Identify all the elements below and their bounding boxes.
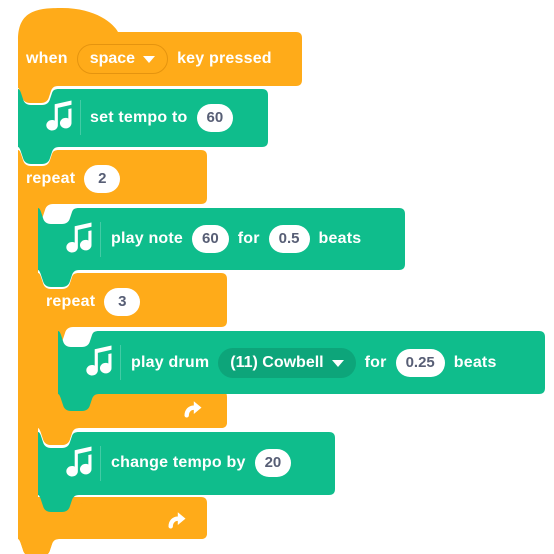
play-note-note-input[interactable]: 60: [192, 225, 229, 253]
change-tempo-label: change tempo by: [111, 454, 246, 471]
play-drum-beats-input[interactable]: 0.25: [395, 349, 445, 377]
icon-divider-set-tempo: [80, 100, 81, 135]
set-tempo-label: set tempo to: [90, 109, 188, 126]
outer-repeat-input[interactable]: 2: [84, 165, 121, 193]
set-tempo-block[interactable]: set tempo to 60: [90, 104, 234, 132]
inner-repeat-input[interactable]: 3: [104, 288, 141, 316]
play-note-block[interactable]: play note 60 for 0.5 beats: [111, 225, 361, 253]
set-tempo-input[interactable]: 60: [196, 104, 234, 132]
outer-repeat-spine: [18, 200, 38, 505]
key-dropdown-value: space: [89, 50, 136, 67]
play-drum-for-label: for: [364, 354, 387, 371]
outer-repeat-block[interactable]: repeat 2: [26, 165, 121, 193]
play-note-for-label: for: [237, 230, 260, 247]
play-note-beats-label: beats: [318, 230, 362, 247]
key-dropdown[interactable]: space: [76, 44, 169, 74]
play-drum-beats-label: beats: [453, 354, 497, 371]
key-pressed-label: key pressed: [177, 50, 272, 67]
drum-dropdown-value: (11) Cowbell: [230, 354, 324, 371]
play-note-beats-input[interactable]: 0.5: [268, 225, 310, 253]
change-tempo-block[interactable]: change tempo by 20: [111, 449, 292, 477]
outer-repeat-label: repeat: [26, 170, 76, 187]
play-drum-block[interactable]: play drum (11) Cowbell for 0.25 beats: [131, 348, 497, 378]
icon-divider-change-tempo: [100, 446, 101, 481]
inner-repeat-spine: [38, 323, 58, 398]
inner-repeat-label: repeat: [46, 293, 96, 310]
inner-repeat-block[interactable]: repeat 3: [46, 288, 141, 316]
play-drum-label: play drum: [131, 354, 210, 371]
chevron-down-icon: [143, 55, 156, 63]
play-note-label: play note: [111, 230, 184, 247]
icon-divider-play-drum: [120, 345, 121, 380]
drum-dropdown[interactable]: (11) Cowbell: [218, 348, 356, 378]
icon-divider-play-note: [100, 222, 101, 257]
when-key-pressed-block[interactable]: when space key pressed: [26, 44, 272, 74]
chevron-down-icon: [331, 359, 344, 367]
change-tempo-input[interactable]: 20: [254, 449, 292, 477]
when-label: when: [26, 50, 68, 67]
block-script-canvas: when space key pressed set tempo to 60 r…: [0, 0, 554, 554]
